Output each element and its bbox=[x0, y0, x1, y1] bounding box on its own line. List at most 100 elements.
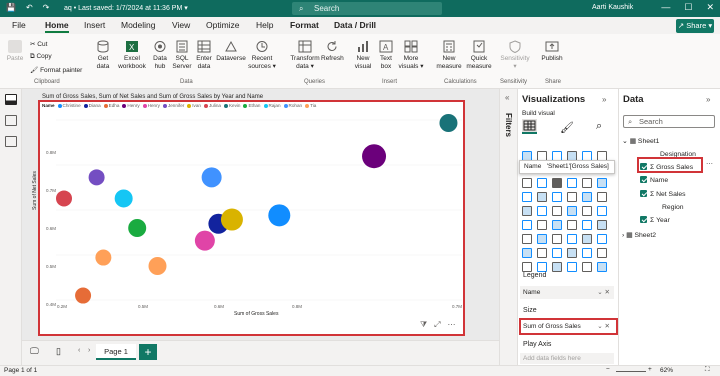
get-data-button[interactable]: Get data bbox=[92, 40, 114, 70]
table-view-icon[interactable] bbox=[5, 115, 17, 126]
scatter-point[interactable] bbox=[114, 189, 133, 208]
visual-type-icon[interactable] bbox=[567, 262, 577, 272]
text-box-button[interactable]: A Text box bbox=[377, 40, 395, 70]
refresh-button[interactable]: Refresh bbox=[321, 40, 344, 63]
more-visuals-button[interactable]: More visuals ▾ bbox=[398, 40, 424, 70]
visual-type-icon[interactable] bbox=[582, 262, 592, 272]
undo-icon[interactable]: ↶ bbox=[26, 3, 33, 12]
legend-item[interactable]: Henry bbox=[142, 103, 160, 108]
visual-type-icon[interactable] bbox=[597, 248, 607, 258]
scatter-point[interactable] bbox=[75, 287, 92, 304]
visual-type-icon[interactable] bbox=[597, 220, 607, 230]
file-title[interactable]: aq • Last saved: 1/7/2024 at 11:36 PM ▾ bbox=[64, 4, 188, 12]
report-view-icon[interactable] bbox=[5, 94, 17, 105]
field-item[interactable]: Σ Year bbox=[640, 216, 670, 224]
format-painter-button[interactable]: 🖌 Format painter bbox=[30, 66, 82, 74]
tab-file[interactable]: File bbox=[12, 20, 26, 30]
visual-type-icon[interactable] bbox=[567, 220, 577, 230]
scatter-point[interactable] bbox=[194, 230, 215, 251]
visual-type-icon[interactable] bbox=[597, 262, 607, 272]
visual-type-icon[interactable] bbox=[552, 234, 562, 244]
add-page-button[interactable]: + bbox=[139, 344, 157, 360]
page-tab[interactable]: Page 1 bbox=[96, 344, 136, 360]
visual-type-icon[interactable] bbox=[522, 178, 532, 188]
visual-type-icon[interactable] bbox=[552, 262, 562, 272]
scatter-point[interactable] bbox=[268, 204, 291, 227]
new-measure-button[interactable]: New measure bbox=[434, 40, 464, 70]
legend-item[interactable]: Rajan bbox=[263, 103, 281, 108]
visual-type-icon[interactable] bbox=[582, 178, 592, 188]
sensitivity-button[interactable]: Sensitivity ▾ bbox=[500, 40, 530, 70]
visual-type-icon[interactable] bbox=[552, 220, 562, 230]
scatter-point[interactable] bbox=[56, 190, 72, 207]
data-hub-button[interactable]: Data hub bbox=[150, 40, 170, 70]
visual-type-icon[interactable] bbox=[567, 178, 577, 188]
legend-item[interactable]: Edha bbox=[103, 103, 119, 108]
global-search-box[interactable]: ⌕ Search bbox=[292, 2, 442, 15]
visual-type-icon[interactable] bbox=[582, 192, 592, 202]
tab-optimize[interactable]: Optimize bbox=[206, 20, 240, 30]
data-search-input[interactable]: ⌕ Search bbox=[623, 115, 715, 128]
maximize-icon[interactable]: ☐ bbox=[684, 2, 692, 13]
model-view-icon[interactable] bbox=[5, 136, 17, 147]
visual-type-icon[interactable] bbox=[537, 178, 547, 188]
minimize-icon[interactable]: — bbox=[661, 2, 670, 13]
field-item[interactable]: Σ Net Sales bbox=[640, 190, 686, 198]
visual-type-icon[interactable] bbox=[567, 248, 577, 258]
visual-type-icon[interactable] bbox=[537, 220, 547, 230]
visual-type-icon[interactable] bbox=[597, 234, 607, 244]
visual-type-icon[interactable] bbox=[522, 220, 532, 230]
tab-view[interactable]: View bbox=[172, 20, 190, 30]
zoom-slider[interactable] bbox=[616, 371, 646, 372]
more-options-icon[interactable]: ⋯ bbox=[448, 320, 456, 330]
legend-item[interactable]: Rohan bbox=[283, 103, 302, 108]
visual-type-icon[interactable] bbox=[537, 206, 547, 216]
filters-pane-collapsed[interactable]: « Filters bbox=[499, 89, 517, 365]
dataverse-button[interactable]: Dataverse bbox=[216, 40, 246, 63]
visual-type-icon[interactable] bbox=[582, 234, 592, 244]
analytics-icon[interactable]: ⌕ bbox=[596, 120, 602, 133]
zoom-in-button[interactable]: + bbox=[648, 366, 652, 373]
save-icon[interactable]: 💾 bbox=[6, 3, 16, 12]
user-name[interactable]: Aarti Kaushik bbox=[592, 4, 633, 11]
format-visual-icon[interactable]: 🖌 bbox=[560, 121, 574, 134]
scatter-point[interactable] bbox=[220, 208, 243, 231]
tab-help[interactable]: Help bbox=[256, 20, 273, 30]
fit-to-page-icon[interactable]: ⛶ bbox=[705, 366, 710, 374]
scatter-point[interactable] bbox=[88, 169, 105, 186]
table-sheet1[interactable]: ⌄ ▦ Sheet1 bbox=[622, 137, 659, 145]
visual-type-icon[interactable] bbox=[567, 206, 577, 216]
visual-type-icon[interactable] bbox=[552, 178, 562, 188]
scatter-point[interactable] bbox=[148, 257, 167, 275]
visual-type-icon[interactable] bbox=[597, 178, 607, 188]
visual-type-icon[interactable] bbox=[537, 234, 547, 244]
paste-button[interactable]: Paste bbox=[6, 40, 24, 63]
field-checkbox[interactable] bbox=[640, 190, 647, 197]
visual-type-icon[interactable] bbox=[552, 206, 562, 216]
zoom-out-button[interactable]: − bbox=[606, 366, 610, 373]
field-item[interactable]: Region bbox=[640, 203, 684, 211]
field-checkbox[interactable] bbox=[640, 176, 647, 183]
recent-sources-button[interactable]: Recent sources ▾ bbox=[248, 40, 276, 70]
visual-type-icon[interactable] bbox=[582, 206, 592, 216]
visual-type-icon[interactable] bbox=[537, 262, 547, 272]
visual-type-icon[interactable] bbox=[537, 192, 547, 202]
legend-item[interactable]: Christine bbox=[57, 103, 81, 108]
transform-data-button[interactable]: Transform data ▾ bbox=[289, 40, 321, 70]
visual-type-icon[interactable] bbox=[567, 234, 577, 244]
excel-workbook-button[interactable]: X Excel workbook bbox=[116, 40, 148, 70]
redo-icon[interactable]: ↷ bbox=[43, 3, 50, 12]
visual-type-icon[interactable] bbox=[597, 192, 607, 202]
share-button[interactable]: ↗ Share ▾ bbox=[676, 19, 714, 33]
visual-type-icon[interactable] bbox=[522, 206, 532, 216]
copy-button[interactable]: ⧉ Copy bbox=[30, 53, 52, 61]
visual-type-icon[interactable] bbox=[582, 220, 592, 230]
play-axis-well[interactable]: Add data fields here bbox=[520, 353, 614, 364]
sql-server-button[interactable]: SQL Server bbox=[172, 40, 192, 70]
visual-type-icon[interactable] bbox=[522, 248, 532, 258]
visual-type-icon[interactable] bbox=[522, 234, 532, 244]
tab-data-drill[interactable]: Data / Drill bbox=[334, 20, 376, 30]
legend-item[interactable]: Kevin bbox=[223, 103, 240, 108]
visual-type-icon[interactable] bbox=[537, 248, 547, 258]
scatter-point[interactable] bbox=[128, 219, 147, 237]
